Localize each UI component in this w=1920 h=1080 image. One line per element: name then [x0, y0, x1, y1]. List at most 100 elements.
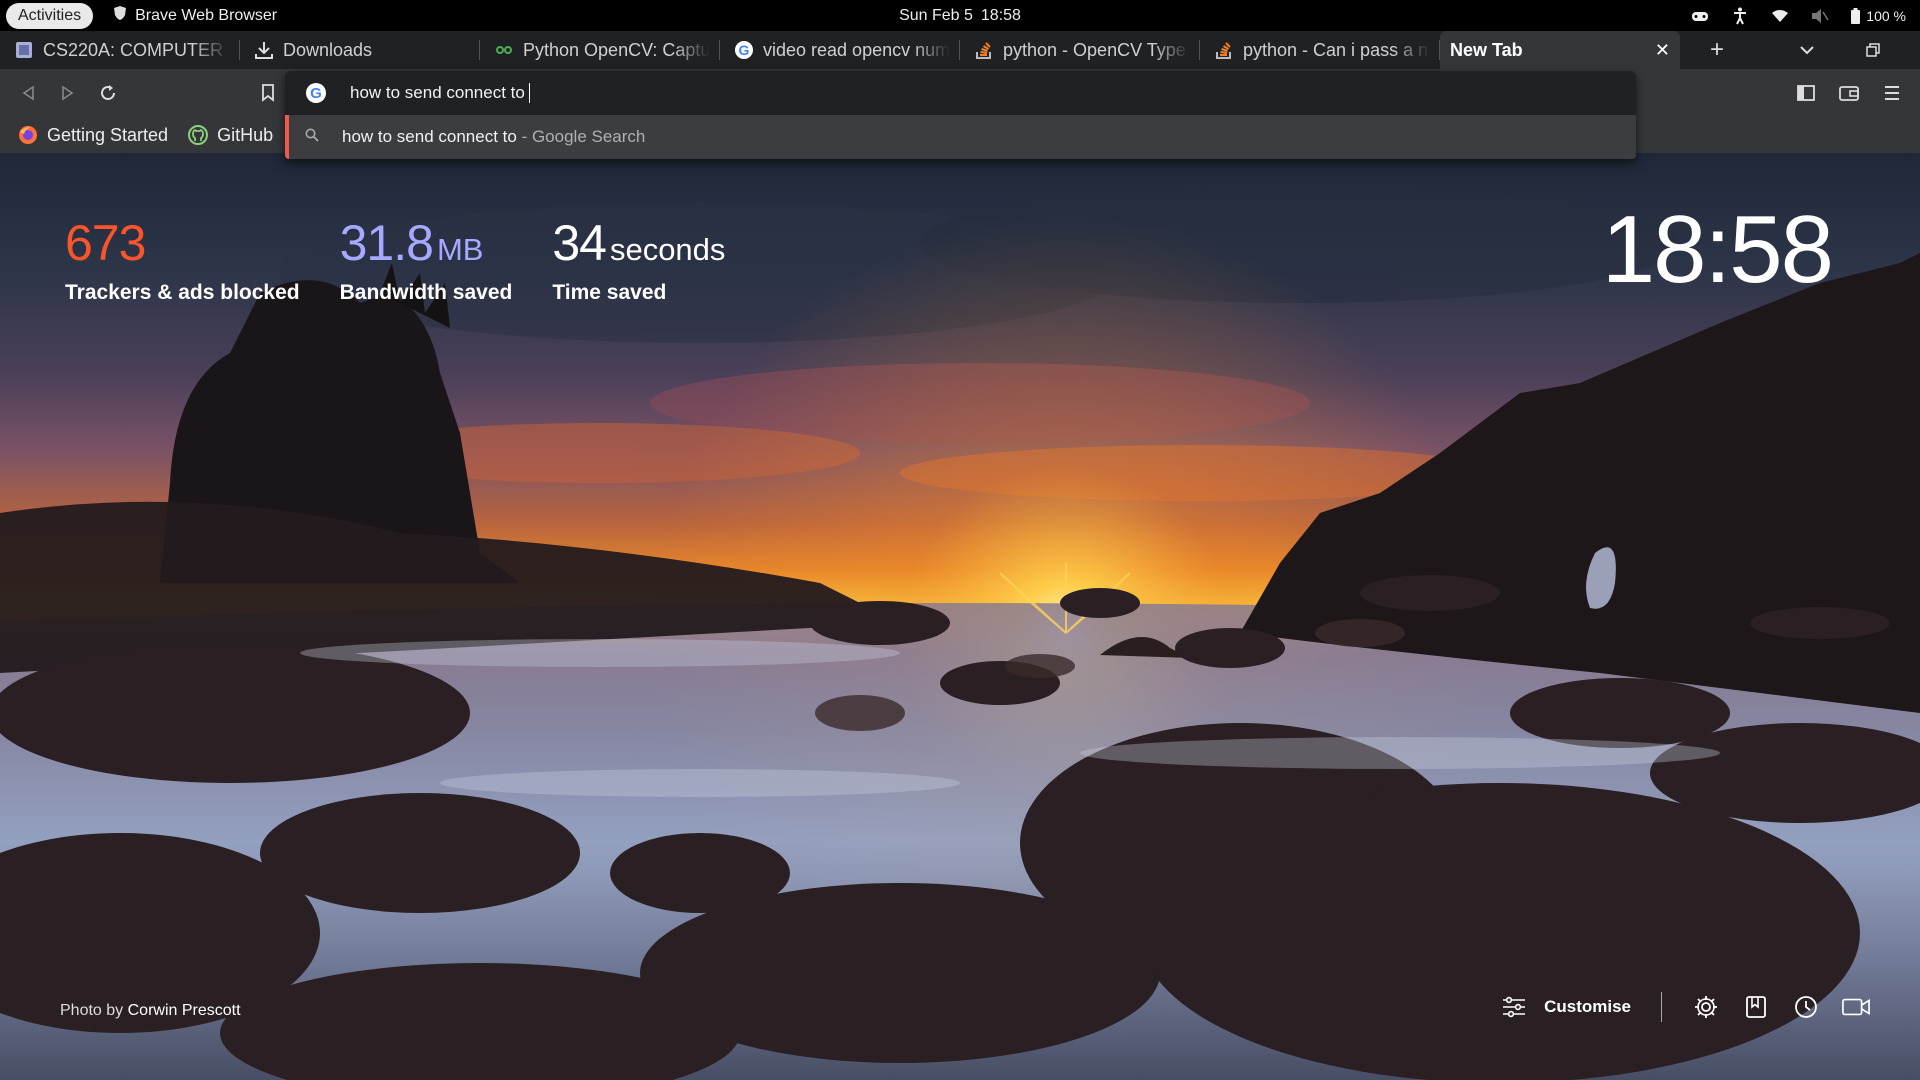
suggestion-suffix: - Google Search: [516, 127, 646, 146]
tab-title: CS220A: COMPUTER O: [43, 39, 230, 60]
tab-strip: CS220A: COMPUTER O Downloads Python Open…: [0, 31, 1920, 69]
battery-level: 100 %: [1866, 7, 1906, 24]
google-icon: G: [306, 83, 326, 103]
photo-credit-author[interactable]: Corwin Prescott: [128, 1002, 241, 1019]
time-value: 34: [552, 215, 607, 271]
system-time: 18:58: [980, 6, 1021, 24]
photo-credit: Photo by Corwin Prescott: [60, 1002, 241, 1020]
address-bar-input[interactable]: G how to send connect to: [285, 71, 1636, 115]
close-tab-icon[interactable]: ✕: [1655, 40, 1670, 61]
chevron-down-icon: [1800, 45, 1814, 54]
svg-text:G: G: [739, 42, 750, 58]
tab-title: New Tab: [1450, 39, 1523, 60]
tab-title: python - Can i pass a nu: [1243, 39, 1430, 60]
plus-icon: +: [1709, 36, 1724, 63]
forward-arrow-icon: [62, 85, 74, 101]
ntp-stats: 673 Trackers & ads blocked 31.8 MB Bandwi…: [65, 215, 725, 305]
bandwidth-value: 31.8: [339, 215, 434, 271]
stat-bandwidth-saved: 31.8 MB Bandwidth saved: [340, 215, 513, 305]
tab-title: video read opencv num: [763, 39, 950, 60]
sliders-icon: [1503, 996, 1526, 1018]
photo-credit-prefix: Photo by: [60, 1002, 128, 1019]
brave-shield-icon: [113, 5, 127, 26]
trackers-label: Trackers & ads blocked: [65, 281, 300, 304]
text-caret: [528, 83, 530, 103]
system-top-bar: Activities Brave Web Browser Sun Feb 5 1…: [0, 0, 1920, 31]
tab-search-button[interactable]: [1782, 31, 1832, 69]
battery-icon: [1851, 7, 1861, 24]
history-button[interactable]: [1792, 993, 1820, 1021]
ntp-clock: 18:58: [1601, 196, 1834, 303]
stat-time-saved: 34 seconds Time saved: [552, 215, 725, 305]
search-icon: [305, 127, 319, 147]
stackoverflow-icon: [974, 40, 994, 60]
bandwidth-unit: MB: [436, 232, 484, 267]
tab-video-read-opencv[interactable]: G video read opencv num: [720, 31, 960, 69]
google-icon: G: [734, 40, 754, 60]
bookmark-getting-started[interactable]: Getting Started: [18, 125, 168, 146]
video-camera-icon: [1842, 998, 1870, 1016]
restore-window-icon: [1866, 43, 1880, 57]
app-name: Brave Web Browser: [135, 6, 278, 24]
settings-button[interactable]: [1692, 993, 1720, 1021]
restore-window-button[interactable]: [1848, 31, 1898, 69]
trackers-count: 673: [65, 215, 146, 271]
wifi-icon: [1771, 7, 1789, 25]
sidebar-icon: [1797, 85, 1815, 101]
activities-button[interactable]: Activities: [6, 2, 94, 29]
main-menu-button[interactable]: [1872, 73, 1912, 113]
omnibox-suggestion[interactable]: how to send connect to - Google Search: [285, 115, 1636, 159]
gamepad-icon: [1691, 7, 1709, 25]
system-tray[interactable]: 100 %: [1691, 0, 1906, 31]
activities-label: Activities: [18, 6, 82, 24]
svg-text:G: G: [310, 85, 322, 102]
back-arrow-icon: [22, 85, 34, 101]
suggestion-query: how to send connect to: [342, 127, 517, 146]
brave-talk-button[interactable]: [1842, 993, 1870, 1021]
bookmarks-button[interactable]: [1742, 993, 1770, 1021]
firefox-icon: [19, 126, 37, 144]
tab-course[interactable]: CS220A: COMPUTER O: [0, 31, 240, 69]
reload-button[interactable]: [88, 73, 128, 113]
omnibox[interactable]: G how to send connect to how to send con…: [285, 71, 1636, 159]
battery-indicator: 100 %: [1851, 7, 1906, 24]
history-icon: [1795, 996, 1817, 1018]
hamburger-menu-icon: [1885, 86, 1899, 100]
time-unit: seconds: [609, 232, 726, 267]
sidebar-button[interactable]: [1786, 73, 1826, 113]
bandwidth-label: Bandwidth saved: [339, 281, 513, 304]
bookmark-label: GitHub: [217, 124, 274, 145]
bookmark-label: Getting Started: [47, 124, 169, 145]
reload-icon: [101, 85, 115, 100]
customise-label: Customise: [1544, 997, 1631, 1016]
accessibility-icon: [1731, 7, 1749, 25]
github-icon: [188, 125, 209, 145]
stat-trackers-blocked: 673 Trackers & ads blocked: [65, 215, 300, 305]
bookmark-icon: [262, 84, 274, 102]
wallet-icon: [1839, 86, 1859, 101]
ntp-footer-tools: Customise: [1502, 992, 1870, 1022]
tab-python-can-i-pass[interactable]: python - Can i pass a nu: [1200, 31, 1440, 69]
footer-divider: [1661, 992, 1662, 1022]
tab-new-tab[interactable]: New Tab ✕: [1440, 31, 1680, 69]
address-bar-text: how to send connect to: [350, 83, 525, 102]
tab-title: Downloads: [283, 39, 373, 60]
wallet-button[interactable]: [1829, 73, 1869, 113]
tab-downloads[interactable]: Downloads: [240, 31, 480, 69]
app-menu[interactable]: Brave Web Browser: [113, 5, 277, 26]
time-label: Time saved: [552, 281, 667, 304]
bookmark-page-button[interactable]: [248, 73, 288, 113]
download-icon: [254, 40, 274, 60]
bookmark-github[interactable]: GitHub: [188, 125, 273, 146]
system-clock[interactable]: Sun Feb 5 18:58: [899, 7, 1021, 25]
tab-python-opencv-capture[interactable]: Python OpenCV: Captu: [480, 31, 720, 69]
forward-button[interactable]: [48, 73, 88, 113]
customise-button[interactable]: Customise: [1502, 996, 1631, 1018]
back-button[interactable]: [8, 73, 48, 113]
stackoverflow-icon: [1214, 40, 1234, 60]
gear-icon: [1695, 996, 1717, 1018]
course-site-icon: [14, 40, 34, 60]
new-tab-button[interactable]: +: [1692, 31, 1742, 69]
tab-python-opencv-type[interactable]: python - OpenCV Type: [960, 31, 1200, 69]
sound-muted-icon: [1811, 7, 1829, 25]
